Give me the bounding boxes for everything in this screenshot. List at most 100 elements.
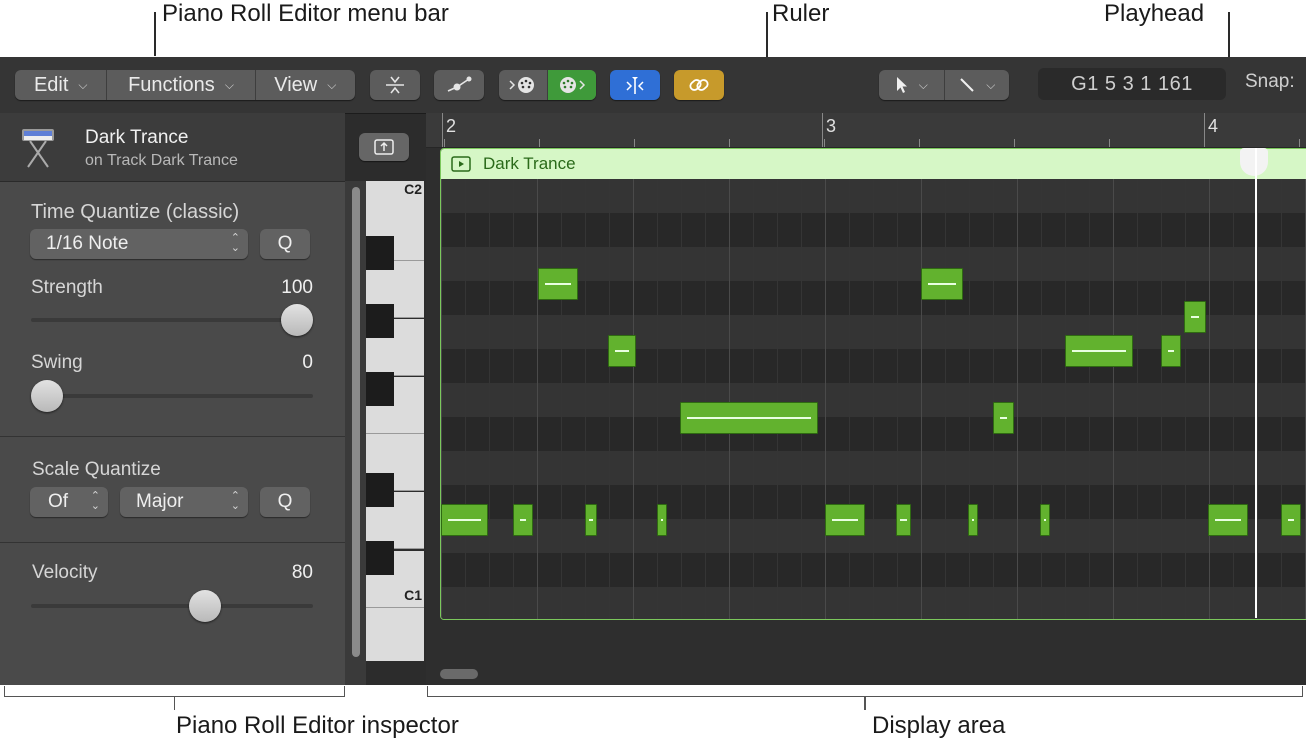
midi-note[interactable] <box>1281 504 1301 536</box>
midi-note[interactable] <box>825 504 865 536</box>
region-header[interactable]: Dark Trance <box>441 149 1306 179</box>
swing-slider[interactable] <box>31 380 313 412</box>
share-up-icon <box>374 139 394 155</box>
midi-note[interactable] <box>1040 504 1050 536</box>
black-key[interactable] <box>366 304 394 338</box>
inspector-divider <box>0 542 345 543</box>
strength-slider-knob[interactable] <box>281 304 313 336</box>
link-button[interactable] <box>674 70 724 100</box>
pointer-arrow-icon <box>896 77 907 93</box>
black-key[interactable] <box>366 372 394 406</box>
updown-chevron-icon: ⌃ ⌄ <box>90 490 100 512</box>
grid-line <box>873 179 874 619</box>
ruler[interactable]: 2 3 4 <box>426 113 1306 148</box>
automation-button[interactable] <box>434 70 484 100</box>
note-velocity-bar <box>589 519 593 521</box>
midi-note[interactable] <box>585 504 597 536</box>
midi-region[interactable]: Dark Trance <box>440 148 1306 620</box>
pencil-tool-menu[interactable]: ⌵ <box>943 70 1010 100</box>
playhead[interactable] <box>1255 148 1257 618</box>
midi-note[interactable] <box>921 268 963 300</box>
grid-line <box>921 179 922 619</box>
black-key[interactable] <box>366 236 394 270</box>
black-key[interactable] <box>366 473 394 507</box>
midi-in-button[interactable] <box>499 70 547 100</box>
snap-label: Snap: <box>1245 71 1295 92</box>
scale-type-popup[interactable]: Major ⌃ ⌄ <box>120 487 248 517</box>
grid-line <box>753 179 754 619</box>
white-key[interactable] <box>366 608 424 661</box>
midi-note[interactable] <box>680 402 818 434</box>
scrollbar-thumb[interactable] <box>440 669 478 679</box>
link-icon <box>689 79 709 91</box>
inspector-scrollbar[interactable] <box>345 181 366 685</box>
midi-note[interactable] <box>513 504 533 536</box>
grid-line <box>441 179 442 619</box>
strength-slider[interactable] <box>31 304 313 336</box>
note-grid[interactable] <box>441 179 1306 619</box>
velocity-slider-knob[interactable] <box>188 590 221 622</box>
callout-ruler: Ruler <box>772 0 830 27</box>
midi-note[interactable] <box>1065 335 1133 367</box>
ruler-beat-tick <box>824 139 825 147</box>
time-quantize-title: Time Quantize (classic) <box>31 201 240 223</box>
collapse-button[interactable] <box>370 70 420 100</box>
midi-note[interactable] <box>993 402 1014 434</box>
view-menu[interactable]: View ⌵ <box>254 70 355 100</box>
grid-line <box>633 179 634 619</box>
midi-note[interactable] <box>1208 504 1248 536</box>
midi-note[interactable] <box>657 504 667 536</box>
chevron-down-icon: ⌵ <box>78 77 88 92</box>
functions-menu[interactable]: Functions ⌵ <box>106 70 254 100</box>
pointer-tool-menu[interactable]: ⌵ <box>879 70 944 100</box>
midi-note[interactable] <box>441 504 488 536</box>
scale-root-popup[interactable]: Of ⌃ ⌄ <box>30 487 108 517</box>
ruler-beat-tick <box>1109 139 1110 147</box>
scale-quantize-q-button[interactable]: Q <box>260 487 310 517</box>
midi-note[interactable] <box>1161 335 1181 367</box>
region-name: Dark Trance <box>483 154 576 173</box>
edit-menu[interactable]: Edit ⌵ <box>15 70 106 100</box>
midi-note[interactable] <box>538 268 578 300</box>
horizontal-scrollbar[interactable] <box>426 663 1306 685</box>
note-velocity-bar <box>448 519 481 521</box>
grid-line <box>705 179 706 619</box>
grid-line <box>801 179 802 619</box>
grid-line <box>1233 179 1234 619</box>
chevron-down-icon: ⌵ <box>986 77 996 92</box>
scrollbar-thumb[interactable] <box>352 187 360 657</box>
midi-note[interactable] <box>608 335 636 367</box>
note-velocity-bar <box>1072 350 1126 352</box>
midi-out-button[interactable] <box>546 70 596 100</box>
grid-line <box>561 179 562 619</box>
show-track-button[interactable] <box>359 133 409 161</box>
playhead-handle[interactable] <box>1240 148 1268 176</box>
time-quantize-popup[interactable]: 1/16 Note ⌃ ⌄ <box>30 229 248 259</box>
grid-line <box>1257 179 1258 619</box>
callout-menu-bar: Piano Roll Editor menu bar <box>162 0 449 27</box>
velocity-slider[interactable] <box>31 590 313 622</box>
grid-line <box>585 179 586 619</box>
midi-note[interactable] <box>1184 301 1206 333</box>
ruler-beat-tick <box>444 139 445 147</box>
time-quantize-q-button[interactable]: Q <box>260 229 310 259</box>
black-key[interactable] <box>366 541 394 575</box>
grid-line <box>1017 179 1018 619</box>
midi-in-out-group <box>499 70 596 100</box>
grid-line <box>1089 179 1090 619</box>
midi-note[interactable] <box>968 504 978 536</box>
note-velocity-bar <box>545 283 571 285</box>
ruler-beat-tick <box>729 139 730 147</box>
inspector-divider <box>0 436 345 437</box>
midi-note[interactable] <box>896 504 911 536</box>
swing-slider-knob[interactable] <box>31 380 63 412</box>
ruler-beat-tick <box>1014 139 1015 147</box>
region-play-icon <box>451 156 471 172</box>
catch-button[interactable] <box>610 70 660 100</box>
position-display: G1 5 3 1 161 <box>1038 68 1226 100</box>
piano-keyboard[interactable]: C2 C1 <box>366 181 426 661</box>
ruler-beat-tick <box>1204 139 1205 147</box>
grid-line <box>993 179 994 619</box>
grid-line <box>1209 179 1210 619</box>
scale-quantize-title: Scale Quantize <box>32 459 161 480</box>
